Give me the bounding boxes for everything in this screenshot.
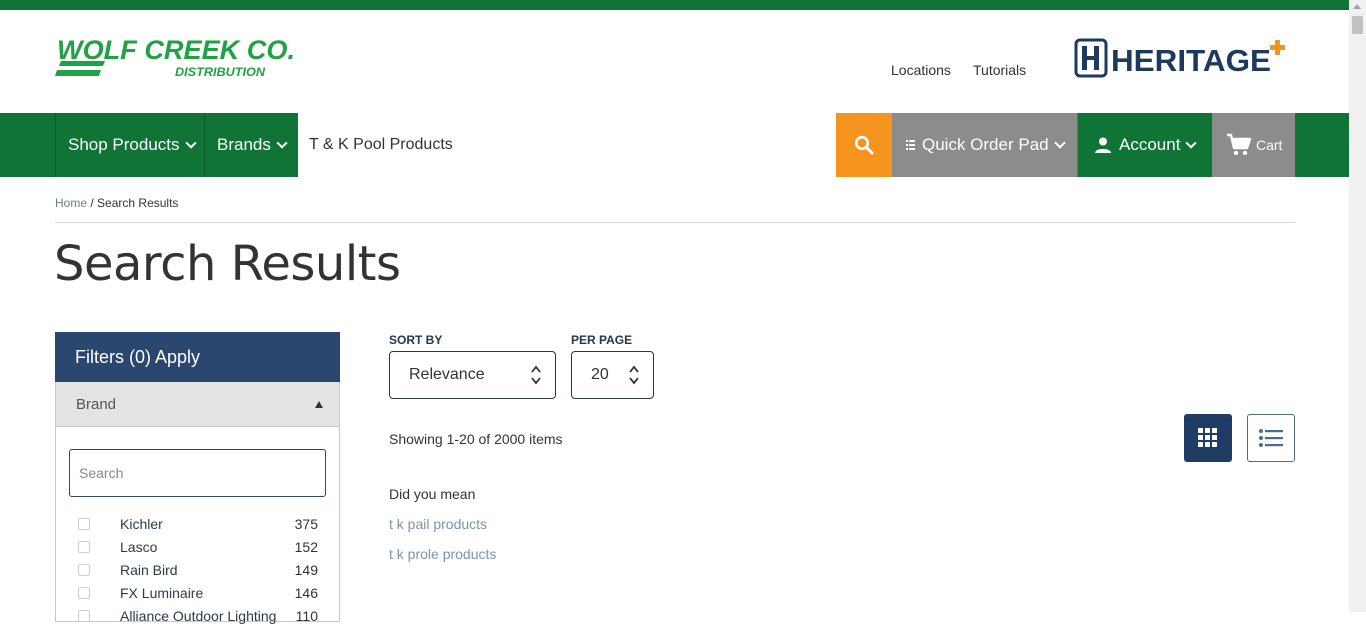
brands-menu[interactable]: Brands	[204, 113, 298, 177]
brand-name: Lasco	[120, 538, 158, 555]
shop-products-menu[interactable]: Shop Products	[55, 113, 205, 177]
brand-checkbox[interactable]	[78, 609, 90, 622]
brand-item[interactable]: Alliance Outdoor Lighting 110	[78, 604, 318, 627]
list-view-button[interactable]	[1247, 414, 1295, 462]
heritage-text: HERITAGE	[1111, 43, 1271, 78]
sort-by-label: SORT BY	[389, 333, 443, 347]
sort-by-select[interactable]: Relevance	[389, 351, 556, 399]
hamburger-icon	[906, 140, 915, 150]
locations-link[interactable]: Locations	[891, 62, 951, 78]
brands-label: Brands	[217, 135, 271, 154]
brand-filter-toggle[interactable]: Brand	[56, 382, 339, 427]
brand-checkbox[interactable]	[78, 563, 90, 576]
breadcrumb-separator: /	[90, 196, 94, 210]
brand-count: 149	[294, 561, 318, 578]
brand-checkbox[interactable]	[78, 517, 90, 530]
chevron-down-icon	[1053, 137, 1066, 149]
account-menu[interactable]: Account	[1078, 113, 1212, 177]
grid-view-icon	[1198, 428, 1217, 447]
brand-count: 146	[294, 584, 318, 601]
cart-label: Cart	[1256, 137, 1283, 153]
brand-item[interactable]: Kichler 375	[78, 512, 318, 535]
breadcrumb-home[interactable]: Home	[55, 196, 87, 210]
brand-name: Kichler	[120, 515, 163, 532]
list-view-icon	[1259, 429, 1283, 447]
user-icon	[1095, 137, 1111, 153]
updown-chevron-icon	[629, 365, 639, 385]
shop-products-label: Shop Products	[68, 135, 180, 154]
brand-search-input[interactable]	[69, 449, 326, 497]
brand-item[interactable]: Lasco 152	[78, 535, 318, 558]
quick-order-label: Quick Order Pad	[922, 135, 1049, 154]
brand-name: Alliance Outdoor Lighting	[120, 607, 277, 624]
chevron-down-icon	[184, 137, 197, 149]
logo-text: WOLF CREEK CO.	[57, 35, 295, 65]
suggestion-link[interactable]: t k prole products	[389, 546, 496, 562]
breadcrumb: Home / Search Results	[55, 196, 178, 210]
brand-item[interactable]: FX Luminaire 146	[78, 581, 318, 604]
per-page-value: 20	[591, 366, 609, 383]
per-page-select[interactable]: 20	[571, 351, 654, 399]
wolf-creek-logo[interactable]: WOLF CREEK CO. DISTRIBUTION	[55, 30, 297, 80]
caret-up-icon	[315, 400, 323, 408]
top-accent-bar	[0, 0, 1349, 10]
scroll-up-arrow[interactable]	[1353, 4, 1361, 9]
cart-button[interactable]: Cart	[1212, 113, 1295, 177]
updown-chevron-icon	[531, 365, 541, 385]
suggestion-link[interactable]: t k pail products	[389, 516, 487, 532]
scrollbar-thumb[interactable]	[1352, 16, 1363, 34]
brand-checkbox[interactable]	[78, 540, 90, 553]
search-icon	[854, 135, 874, 155]
filters-apply-header[interactable]: Filters (0) Apply	[55, 332, 340, 382]
did-you-mean-label: Did you mean	[389, 486, 476, 502]
tutorials-link[interactable]: Tutorials	[973, 62, 1026, 78]
product-search-input[interactable]	[298, 113, 836, 177]
cart-icon	[1227, 133, 1252, 156]
search-button[interactable]	[836, 113, 892, 177]
brand-list: Kichler 375 Lasco 152 Rain Bird 149 FX Lumi…	[78, 512, 318, 627]
per-page-label: PER PAGE	[571, 333, 633, 347]
brand-name: Rain Bird	[120, 561, 178, 578]
page-scrollbar[interactable]	[1349, 0, 1366, 612]
chevron-down-icon	[276, 137, 288, 149]
results-count: Showing 1-20 of 2000 items	[389, 431, 563, 447]
divider	[55, 222, 1295, 223]
grid-view-button[interactable]	[1184, 414, 1232, 462]
breadcrumb-current: Search Results	[97, 196, 179, 210]
page-title: Search Results	[54, 236, 401, 292]
sort-by-value: Relevance	[409, 366, 485, 383]
account-label: Account	[1119, 135, 1181, 154]
brand-item[interactable]: Rain Bird 149	[78, 558, 318, 581]
brand-name: FX Luminaire	[120, 584, 204, 601]
quick-order-pad-menu[interactable]: Quick Order Pad	[892, 113, 1078, 177]
brand-count: 152	[294, 538, 318, 555]
brand-count: 110	[295, 607, 318, 624]
logo-subtext: DISTRIBUTION	[175, 65, 265, 79]
brand-filter-label: Brand	[76, 395, 117, 413]
brand-count: 375	[294, 515, 318, 532]
site-header: WOLF CREEK CO. DISTRIBUTION Locations Tu…	[0, 10, 1349, 111]
chevron-down-icon	[1185, 137, 1198, 149]
heritage-logo[interactable]: HERITAGE	[1074, 38, 1288, 80]
brand-checkbox[interactable]	[78, 586, 90, 599]
